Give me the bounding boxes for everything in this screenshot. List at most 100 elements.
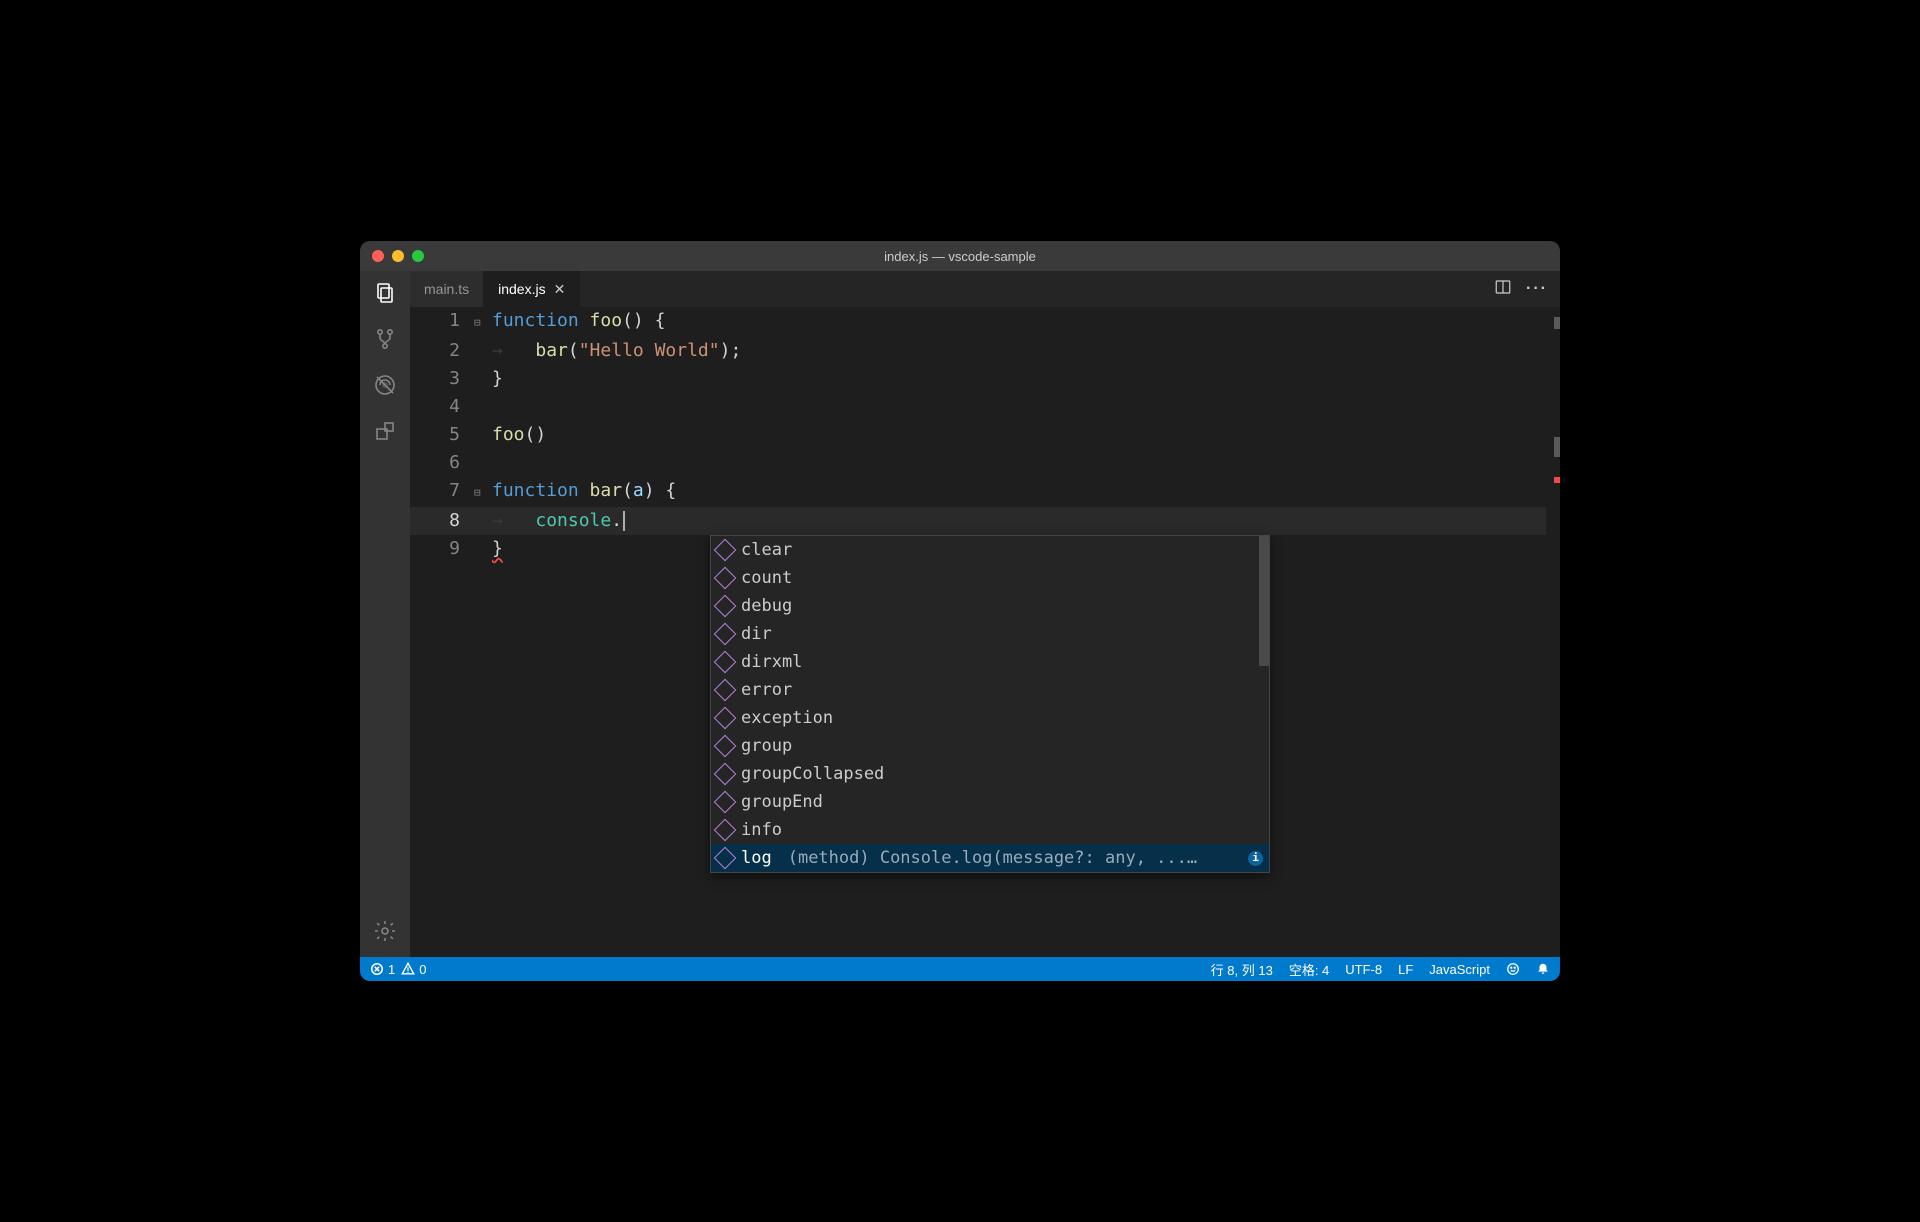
fold-icon bbox=[474, 449, 492, 477]
method-icon bbox=[714, 567, 737, 590]
suggest-item[interactable]: error bbox=[711, 676, 1269, 704]
suggest-label: log bbox=[741, 844, 772, 872]
suggest-item[interactable]: count bbox=[711, 564, 1269, 592]
status-bar: 1 0 行 8, 列 13 空格: 4 UTF-8 LF JavaScript bbox=[360, 957, 1560, 981]
code-line[interactable]: 2 → bar("Hello World"); bbox=[410, 337, 1560, 365]
suggest-label: error bbox=[741, 676, 792, 704]
code-content[interactable]: function bar(a) { bbox=[492, 477, 676, 507]
tab-bar: main.ts index.js ✕ ··· bbox=[410, 271, 1560, 307]
suggest-doc: (method) Console.log(message?: any, ...… bbox=[788, 844, 1240, 872]
suggest-label: group bbox=[741, 732, 792, 760]
code-content[interactable]: foo() bbox=[492, 421, 546, 449]
traffic-lights bbox=[360, 250, 424, 262]
close-window-button[interactable] bbox=[372, 250, 384, 262]
status-eol[interactable]: LF bbox=[1398, 962, 1413, 977]
code-line[interactable]: 8 → console. bbox=[410, 507, 1560, 535]
method-icon bbox=[714, 735, 737, 758]
window-title: index.js — vscode-sample bbox=[360, 249, 1560, 264]
fold-icon bbox=[474, 393, 492, 421]
suggest-label: info bbox=[741, 816, 782, 844]
code-content[interactable]: → bar("Hello World"); bbox=[492, 337, 741, 365]
code-content[interactable]: } bbox=[492, 365, 503, 393]
suggest-item[interactable]: exception bbox=[711, 704, 1269, 732]
more-actions-icon[interactable]: ··· bbox=[1526, 280, 1548, 298]
suggest-item[interactable]: group bbox=[711, 732, 1269, 760]
code-editor[interactable]: 1⊟function foo() {2→ bar("Hello World");… bbox=[410, 307, 1560, 957]
method-icon bbox=[714, 847, 737, 870]
method-icon bbox=[714, 595, 737, 618]
feedback-smiley-icon[interactable] bbox=[1506, 962, 1520, 976]
tab-main-ts[interactable]: main.ts bbox=[410, 271, 484, 307]
maximize-window-button[interactable] bbox=[412, 250, 424, 262]
suggest-item[interactable]: dirxml bbox=[711, 648, 1269, 676]
explorer-icon[interactable] bbox=[371, 279, 399, 307]
suggest-item[interactable]: clear bbox=[711, 536, 1269, 564]
line-number: 3 bbox=[410, 365, 474, 393]
suggest-item[interactable]: log (method) Console.log(message?: any, .… bbox=[711, 844, 1269, 872]
extensions-icon[interactable] bbox=[371, 417, 399, 445]
suggest-label: dirxml bbox=[741, 648, 802, 676]
suggest-scrollbar[interactable] bbox=[1259, 536, 1269, 666]
split-editor-icon[interactable] bbox=[1494, 278, 1512, 301]
notifications-bell-icon[interactable] bbox=[1536, 962, 1550, 976]
close-icon[interactable]: ✕ bbox=[554, 281, 566, 298]
fold-icon[interactable]: ⊟ bbox=[474, 307, 492, 337]
line-number: 8 bbox=[410, 507, 474, 535]
suggest-label: debug bbox=[741, 592, 792, 620]
code-line[interactable]: 6 bbox=[410, 449, 1560, 477]
status-encoding[interactable]: UTF-8 bbox=[1345, 962, 1382, 977]
suggest-item[interactable]: info bbox=[711, 816, 1269, 844]
status-errors[interactable]: 1 bbox=[370, 962, 395, 977]
fold-icon bbox=[474, 337, 492, 365]
suggest-item[interactable]: groupEnd bbox=[711, 788, 1269, 816]
error-count: 1 bbox=[388, 962, 395, 977]
tab-label: main.ts bbox=[424, 281, 469, 297]
source-control-icon[interactable] bbox=[371, 325, 399, 353]
code-content[interactable]: → console. bbox=[492, 507, 625, 535]
suggest-label: groupCollapsed bbox=[741, 760, 884, 788]
titlebar: index.js — vscode-sample bbox=[360, 241, 1560, 271]
line-number: 1 bbox=[410, 307, 474, 337]
code-line[interactable]: 1⊟function foo() { bbox=[410, 307, 1560, 337]
settings-gear-icon[interactable] bbox=[371, 917, 399, 945]
line-number: 2 bbox=[410, 337, 474, 365]
status-indent[interactable]: 空格: 4 bbox=[1289, 960, 1329, 979]
fold-icon bbox=[474, 507, 492, 535]
code-line[interactable]: 7⊟function bar(a) { bbox=[410, 477, 1560, 507]
method-icon bbox=[714, 679, 737, 702]
fold-icon bbox=[474, 365, 492, 393]
suggest-item[interactable]: groupCollapsed bbox=[711, 760, 1269, 788]
suggest-label: count bbox=[741, 564, 792, 592]
method-icon bbox=[714, 623, 737, 646]
code-content[interactable]: function foo() { bbox=[492, 307, 665, 337]
code-line[interactable]: 4 bbox=[410, 393, 1560, 421]
info-icon[interactable]: i bbox=[1248, 851, 1263, 866]
line-number: 7 bbox=[410, 477, 474, 507]
line-number: 4 bbox=[410, 393, 474, 421]
status-language[interactable]: JavaScript bbox=[1429, 962, 1490, 977]
code-line[interactable]: 5 foo() bbox=[410, 421, 1560, 449]
code-content[interactable]: } bbox=[492, 535, 503, 563]
tab-label: index.js bbox=[498, 281, 545, 297]
warning-count: 0 bbox=[419, 962, 426, 977]
suggest-label: groupEnd bbox=[741, 788, 823, 816]
suggest-item[interactable]: dir bbox=[711, 620, 1269, 648]
fold-icon[interactable]: ⊟ bbox=[474, 477, 492, 507]
status-line-col[interactable]: 行 8, 列 13 bbox=[1211, 960, 1273, 979]
overview-ruler[interactable] bbox=[1546, 307, 1560, 957]
suggest-item[interactable]: debug bbox=[711, 592, 1269, 620]
suggest-label: clear bbox=[741, 536, 792, 564]
suggest-widget[interactable]: clearcountdebugdirdirxmlerrorexceptiongr… bbox=[710, 535, 1270, 873]
method-icon bbox=[714, 707, 737, 730]
code-line[interactable]: 3} bbox=[410, 365, 1560, 393]
line-number: 5 bbox=[410, 421, 474, 449]
method-icon bbox=[714, 539, 737, 562]
status-warnings[interactable]: 0 bbox=[401, 962, 426, 977]
method-icon bbox=[714, 791, 737, 814]
vscode-window: index.js — vscode-sample bbox=[360, 241, 1560, 981]
fold-icon bbox=[474, 421, 492, 449]
tab-index-js[interactable]: index.js ✕ bbox=[484, 271, 580, 307]
method-icon bbox=[714, 651, 737, 674]
minimize-window-button[interactable] bbox=[392, 250, 404, 262]
debug-icon[interactable] bbox=[371, 371, 399, 399]
